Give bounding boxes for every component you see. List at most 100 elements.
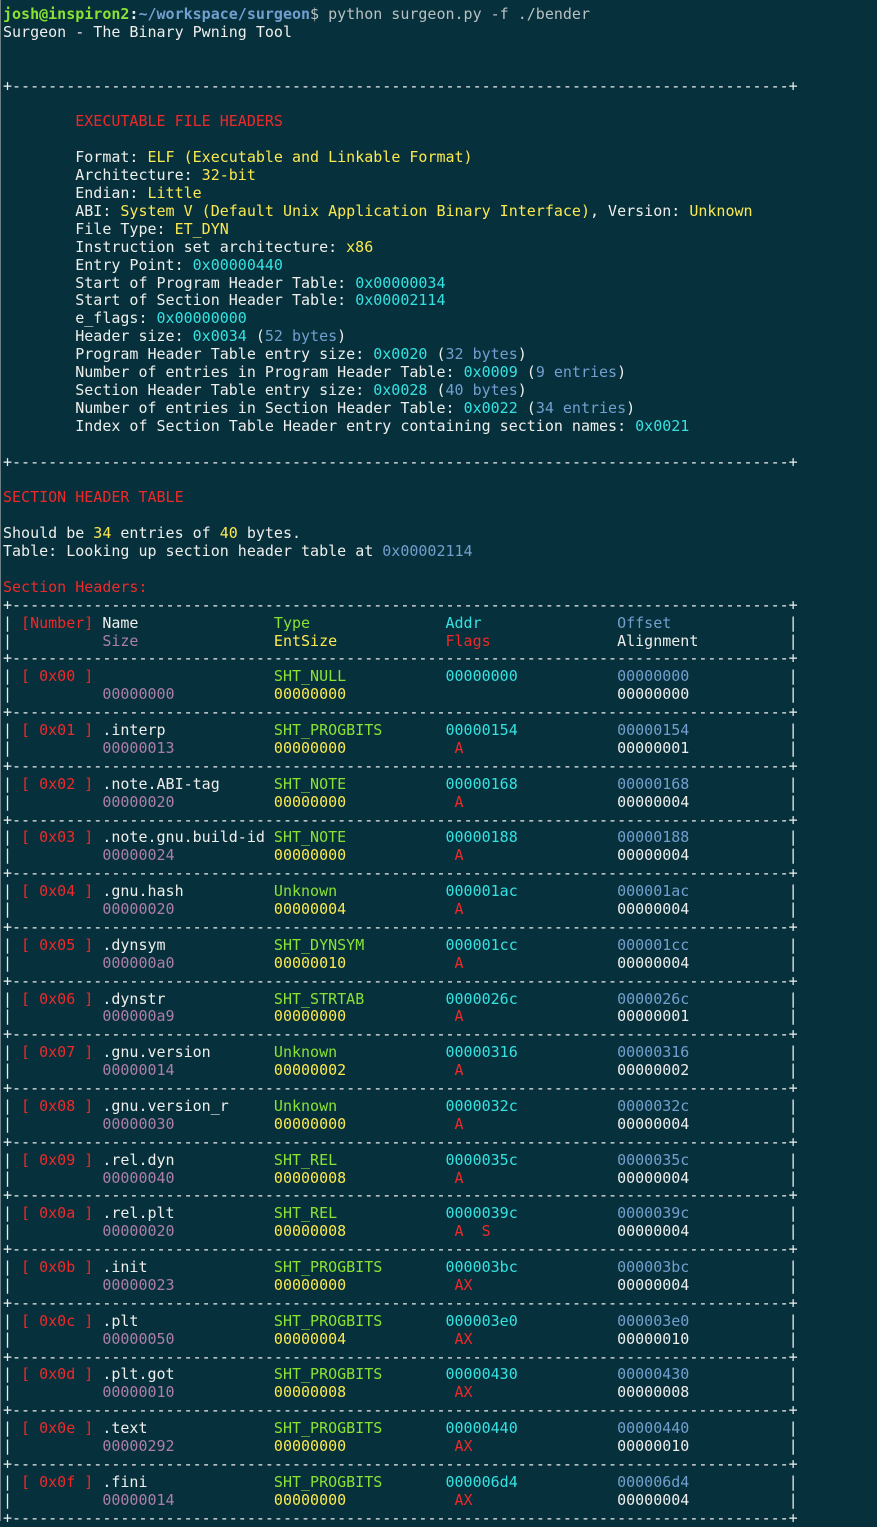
elf-field-part: Start of Section Header Table: [75,291,356,310]
separator-line: +---------------------------------------… [3,76,798,95]
elf-field-part: 0x00002114 [355,291,446,310]
section-flags: AX [454,1383,473,1402]
elf-field-part: Entry Point: [75,255,193,274]
table-border: | [3,631,13,650]
terminal-line: | | 000000a9 00000000 A 00000001 [3,1007,873,1025]
bracket: ] [84,989,94,1008]
section-alignment: 00000004 [617,792,690,811]
section-alignment: 00000004 [617,1490,690,1509]
section-addr: 00000440 [445,1419,518,1438]
section-addr: 000001cc [445,935,518,954]
section-entsize: 00000008 [273,1383,347,1402]
section-size: 00000040 [102,1168,175,1187]
section-size: 00000292 [102,1437,175,1455]
bracket: ] [84,1204,94,1223]
table-border: | [788,1114,798,1133]
terminal-line: | | 00000020 00000008 A S 00000004 [3,1222,873,1240]
table-separator: +---------------------------------------… [3,918,873,936]
table-border: | [788,1222,798,1241]
elf-field-part: ET_DYN [174,219,229,238]
bracket: [ [21,1204,31,1223]
separator-line: +---------------------------------------… [3,810,798,829]
section-entsize: 00000008 [273,1168,347,1187]
elf-field-part: 34 entries [535,398,627,417]
bracket: [ [21,1311,31,1330]
section-size: 00000023 [102,1275,175,1294]
section-type: SHT_STRTAB [273,989,365,1008]
bracket: [ [21,774,31,793]
section-number: 0x0d [39,1365,76,1384]
terminal-line: EXECUTABLE FILE HEADERS [3,112,873,130]
bracket: [ [21,1096,31,1115]
terminal-line: | | 00000030 00000000 A 00000004 [3,1115,873,1133]
table-border: | [3,1168,13,1187]
separator-line: +---------------------------------------… [3,649,798,668]
bracket: ] [84,1043,94,1062]
terminal-line: | | 00000014 00000002 A 00000002 [3,1061,873,1079]
prompt-command: python surgeon.py -f ./bender [319,5,590,23]
table-border: | [3,1222,13,1241]
table-border: | [3,1419,13,1438]
table-border: | [3,1275,13,1294]
table-border: | [3,882,13,901]
column-header-entsize: EntSize [273,631,338,650]
table-border: | [788,1490,798,1509]
terminal-line: Number of entries in Section Header Tabl… [3,399,873,417]
table-separator: +---------------------------------------… [3,1401,873,1419]
section-name: .plt [102,1311,139,1330]
elf-field-part: 32-bit [201,166,256,185]
section-flags: A [454,738,464,757]
lookup-part: 0x00002114 [382,542,473,560]
section-addr: 000003bc [445,1258,518,1276]
table-border: | [788,846,798,865]
table-border: | [3,1490,13,1509]
section-number: 0x09 [39,1150,76,1169]
prompt-colon: : [129,5,139,23]
terminal-line: Program Header Table entry size: 0x0020 … [3,345,873,363]
section-entsize: 00000002 [273,1061,347,1080]
elf-field-part: ( [427,345,446,364]
section-alignment: 00000004 [617,1168,690,1187]
elf-field-part: Section Header Table entry size: [75,380,374,399]
section-size: 00000020 [102,1222,175,1241]
section-alignment: 00000002 [617,1061,690,1080]
section-size: 00000030 [102,1114,175,1133]
table-border: | [788,1150,798,1169]
table-border: | [3,989,13,1008]
bracket: [ [21,935,31,954]
terminal-line: Number of entries in Program Header Tabl… [3,363,873,381]
table-border: | [3,1472,13,1491]
table-row: | | [0x03] .note.gnu.build-id SHT_NOTE 000001… [3,828,873,846]
table-row: | | [0x00] SHT_NULL 00000000 00000000 [3,667,873,685]
section-alignment: 00000004 [617,900,690,918]
prompt-path: ~/workspace/surgeon [138,5,311,23]
table-border: | [3,1383,13,1402]
section-entsize: 00000000 [273,1490,347,1509]
section-type: SHT_NOTE [273,774,347,793]
table-separator: +---------------------------------------… [3,1294,873,1312]
section-addr: 0000039c [445,1204,518,1223]
section-name: .text [102,1419,148,1438]
table-border: | [788,613,798,632]
table-border: | [3,738,13,757]
elf-field-part: Number of entries in Program Header Tabl… [75,363,464,381]
table-row: | | [0x0d] .plt.got SHT_PROGBITS 00000430 0000… [3,1365,873,1383]
section-addr: 000003e0 [445,1311,518,1330]
table-border: | [788,685,798,704]
section-type: Unknown [273,1043,338,1062]
section-flags: A [454,1168,464,1187]
section-number: 0x0c [39,1311,76,1330]
terminal-line: Architecture: 32-bit [3,166,873,184]
column-header-number: [Number] [21,613,94,632]
elf-field-part: e_flags: [75,309,157,328]
bracket: [ [21,989,31,1008]
elf-field-part: ) [617,363,627,381]
section-flags: AX [454,1490,473,1509]
section-entsize: 00000000 [273,1437,347,1455]
section-name: .dynstr [102,989,166,1008]
table-border: | [3,846,13,865]
section-offset: 00000430 [617,1365,690,1384]
section-flags: AX [454,1437,473,1455]
section-addr: 000001ac [445,882,518,901]
table-border: | [3,1329,13,1348]
